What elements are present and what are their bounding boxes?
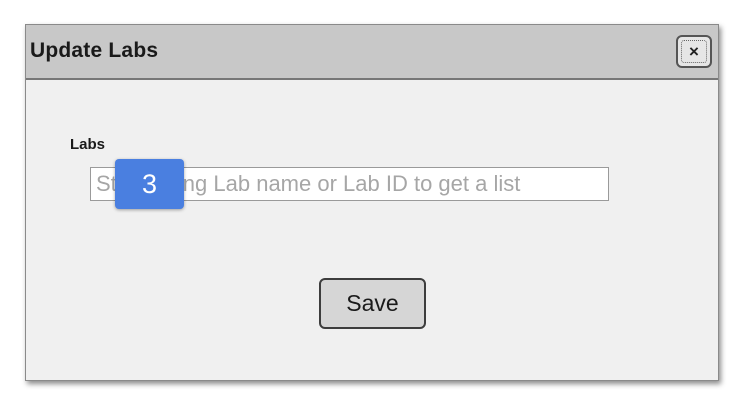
step-marker-number: 3	[141, 168, 158, 199]
page: Update Labs × Labs 3 Save	[0, 0, 731, 400]
close-button[interactable]: ×	[676, 35, 712, 68]
labs-label: Labs	[70, 136, 106, 153]
step-marker-badge: 3	[115, 159, 184, 209]
dialog-title: Update Labs	[30, 39, 159, 62]
close-icon: ×	[689, 42, 699, 61]
update-labs-dialog: Update Labs × Labs 3 Save	[25, 24, 719, 381]
save-button[interactable]: Save	[319, 278, 426, 329]
dialog-titlebar: Update Labs ×	[26, 25, 718, 80]
